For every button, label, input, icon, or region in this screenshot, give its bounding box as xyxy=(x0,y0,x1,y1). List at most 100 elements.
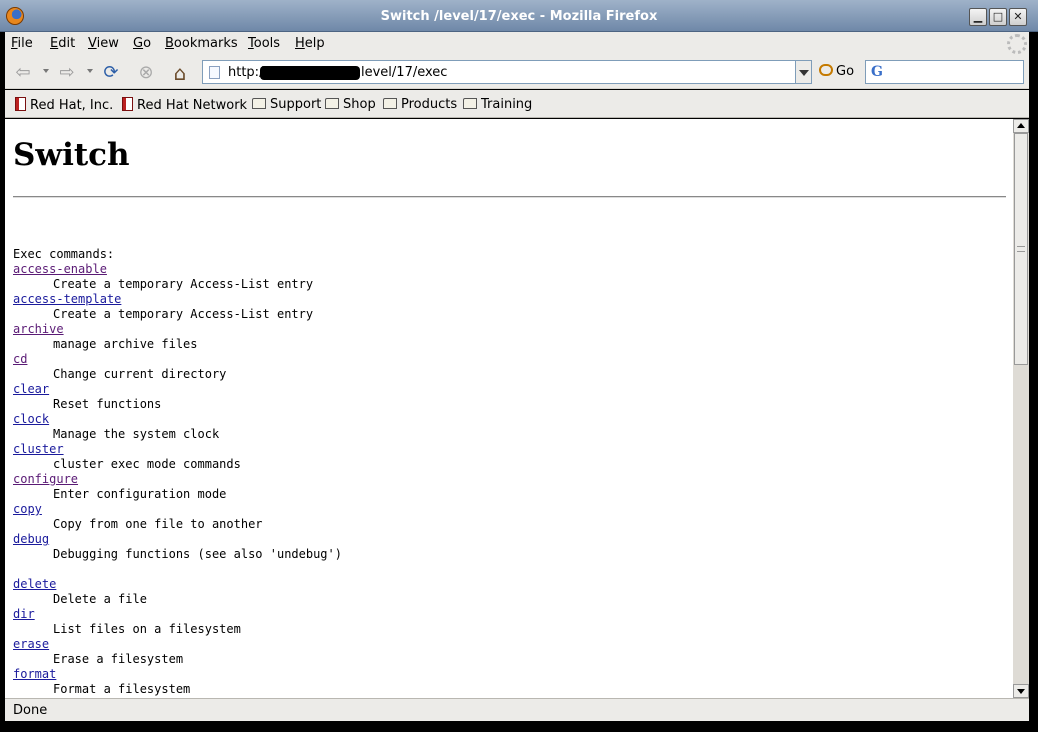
horizontal-rule xyxy=(13,196,1006,198)
throbber-icon xyxy=(1007,34,1027,54)
maximize-button[interactable]: □ xyxy=(989,8,1007,26)
command-link-configure[interactable]: configure xyxy=(13,472,78,486)
command-row: format xyxy=(13,667,342,682)
scroll-down-arrow-icon[interactable] xyxy=(1013,684,1029,698)
bookmarks-toolbar: Red Hat, Inc. Red Hat Network Support Sh… xyxy=(5,90,1029,118)
menu-bar: File Edit View Go Bookmarks Tools Help xyxy=(5,32,1029,57)
page-icon xyxy=(209,66,220,79)
page-title: Switch xyxy=(13,137,130,173)
stop-icon[interactable]: ⊗ xyxy=(136,63,156,83)
search-engine-icon[interactable]: G xyxy=(871,64,883,80)
command-link-clear[interactable]: clear xyxy=(13,382,49,396)
scroll-up-arrow-icon[interactable] xyxy=(1013,119,1029,133)
folder-icon xyxy=(383,98,397,109)
command-link-cluster[interactable]: cluster xyxy=(13,442,64,456)
folder-icon xyxy=(325,98,339,109)
command-row: dir xyxy=(13,607,342,622)
bookmark-folder-shop[interactable]: Shop xyxy=(325,97,376,112)
command-description: Change current directory xyxy=(53,367,227,381)
command-link-format[interactable]: format xyxy=(13,667,56,681)
menu-tools[interactable]: Tools xyxy=(248,36,280,51)
vertical-scrollbar[interactable] xyxy=(1013,119,1029,698)
command-description: Create a temporary Access-List entry xyxy=(53,277,314,291)
command-link-erase[interactable]: erase xyxy=(13,637,49,651)
command-link-dir[interactable]: dir xyxy=(13,607,35,621)
navigation-toolbar: ⇦ ⇨ ⟳ ⊗ ⌂ http:// level/17/exec Go G xyxy=(5,57,1029,89)
reload-icon[interactable]: ⟳ xyxy=(101,63,121,83)
url-redacted-host xyxy=(260,66,360,80)
menu-file[interactable]: File xyxy=(11,36,33,51)
url-path: level/17/exec xyxy=(361,65,448,80)
bookmark-icon xyxy=(15,97,26,111)
folder-icon xyxy=(252,98,266,109)
close-button[interactable]: ✕ xyxy=(1009,8,1027,26)
command-description: Debugging functions (see also 'undebug') xyxy=(53,547,342,561)
command-row: archive xyxy=(13,322,342,337)
command-link-access-template[interactable]: access-template xyxy=(13,292,121,306)
command-link-archive[interactable]: archive xyxy=(13,322,64,336)
back-history-dropdown-icon[interactable] xyxy=(43,69,49,73)
command-row: clock xyxy=(13,412,342,427)
page-content: Switch Exec commands: access-enable Creat… xyxy=(5,119,1013,698)
go-button[interactable]: Go xyxy=(819,64,854,82)
command-link-clock[interactable]: clock xyxy=(13,412,49,426)
browser-window: Switch /level/17/exec - Mozilla Firefox … xyxy=(0,0,1038,732)
command-link-access-enable[interactable]: access-enable xyxy=(13,262,107,276)
status-text: Done xyxy=(13,703,48,718)
command-link-debug[interactable]: debug xyxy=(13,532,49,546)
search-input[interactable]: G xyxy=(865,60,1024,84)
command-description: Copy from one file to another xyxy=(53,517,263,531)
command-row: configure xyxy=(13,472,342,487)
command-description: Format a filesystem xyxy=(53,682,191,696)
command-description: Manage the system clock xyxy=(53,427,220,441)
menu-bookmarks[interactable]: Bookmarks xyxy=(165,36,238,51)
command-description: Delete a file xyxy=(53,592,147,606)
bookmark-folder-training[interactable]: Training xyxy=(463,97,532,112)
minimize-button[interactable]: ▁ xyxy=(969,8,987,26)
title-bar: Switch /level/17/exec - Mozilla Firefox … xyxy=(0,0,1038,32)
command-description: Enter configuration mode xyxy=(53,487,227,501)
home-icon[interactable]: ⌂ xyxy=(170,63,190,83)
scrollbar-thumb[interactable] xyxy=(1014,133,1028,365)
command-description: manage archive files xyxy=(53,337,198,351)
menu-edit[interactable]: Edit xyxy=(50,36,75,51)
bookmark-red-hat-inc[interactable]: Red Hat, Inc. xyxy=(15,97,113,113)
command-row: delete xyxy=(13,577,342,592)
menu-view[interactable]: View xyxy=(88,36,119,51)
command-description: Create a temporary Access-List entry xyxy=(53,307,314,321)
command-row: cd xyxy=(13,352,342,367)
go-label: Go xyxy=(836,64,855,79)
command-row: access-enable xyxy=(13,262,342,277)
menu-go[interactable]: Go xyxy=(133,36,151,51)
command-description: Reset functions xyxy=(53,397,162,411)
bookmark-folder-support[interactable]: Support xyxy=(252,97,321,112)
command-row: cluster xyxy=(13,442,342,457)
command-link-copy[interactable]: copy xyxy=(13,502,42,516)
command-description: List files on a filesystem xyxy=(53,622,241,636)
status-bar: Done xyxy=(5,698,1029,721)
command-row: erase xyxy=(13,637,342,652)
grip-icon xyxy=(1017,246,1025,252)
menu-help[interactable]: Help xyxy=(295,36,325,51)
bookmark-folder-products[interactable]: Products xyxy=(383,97,457,112)
back-arrow-icon[interactable]: ⇦ xyxy=(13,63,33,83)
bookmark-icon xyxy=(122,97,133,111)
command-link-delete[interactable]: delete xyxy=(13,577,56,591)
url-history-dropdown[interactable] xyxy=(795,60,812,84)
command-description: cluster exec mode commands xyxy=(53,457,241,471)
folder-icon xyxy=(463,98,477,109)
command-row: access-template xyxy=(13,292,342,307)
command-description: Erase a filesystem xyxy=(53,652,184,666)
exec-commands-intro: Exec commands: xyxy=(13,247,115,261)
forward-history-dropdown-icon[interactable] xyxy=(87,69,93,73)
url-bar[interactable]: http:// level/17/exec xyxy=(202,60,796,84)
exec-command-list: Exec commands: access-enable Create a tem… xyxy=(13,247,342,697)
command-row: debug xyxy=(13,532,342,547)
go-icon xyxy=(819,64,833,76)
bookmark-red-hat-network[interactable]: Red Hat Network xyxy=(122,97,247,113)
forward-arrow-icon[interactable]: ⇨ xyxy=(57,63,77,83)
command-link-cd[interactable]: cd xyxy=(13,352,27,366)
window-title: Switch /level/17/exec - Mozilla Firefox xyxy=(380,9,658,24)
command-row: copy xyxy=(13,502,342,517)
